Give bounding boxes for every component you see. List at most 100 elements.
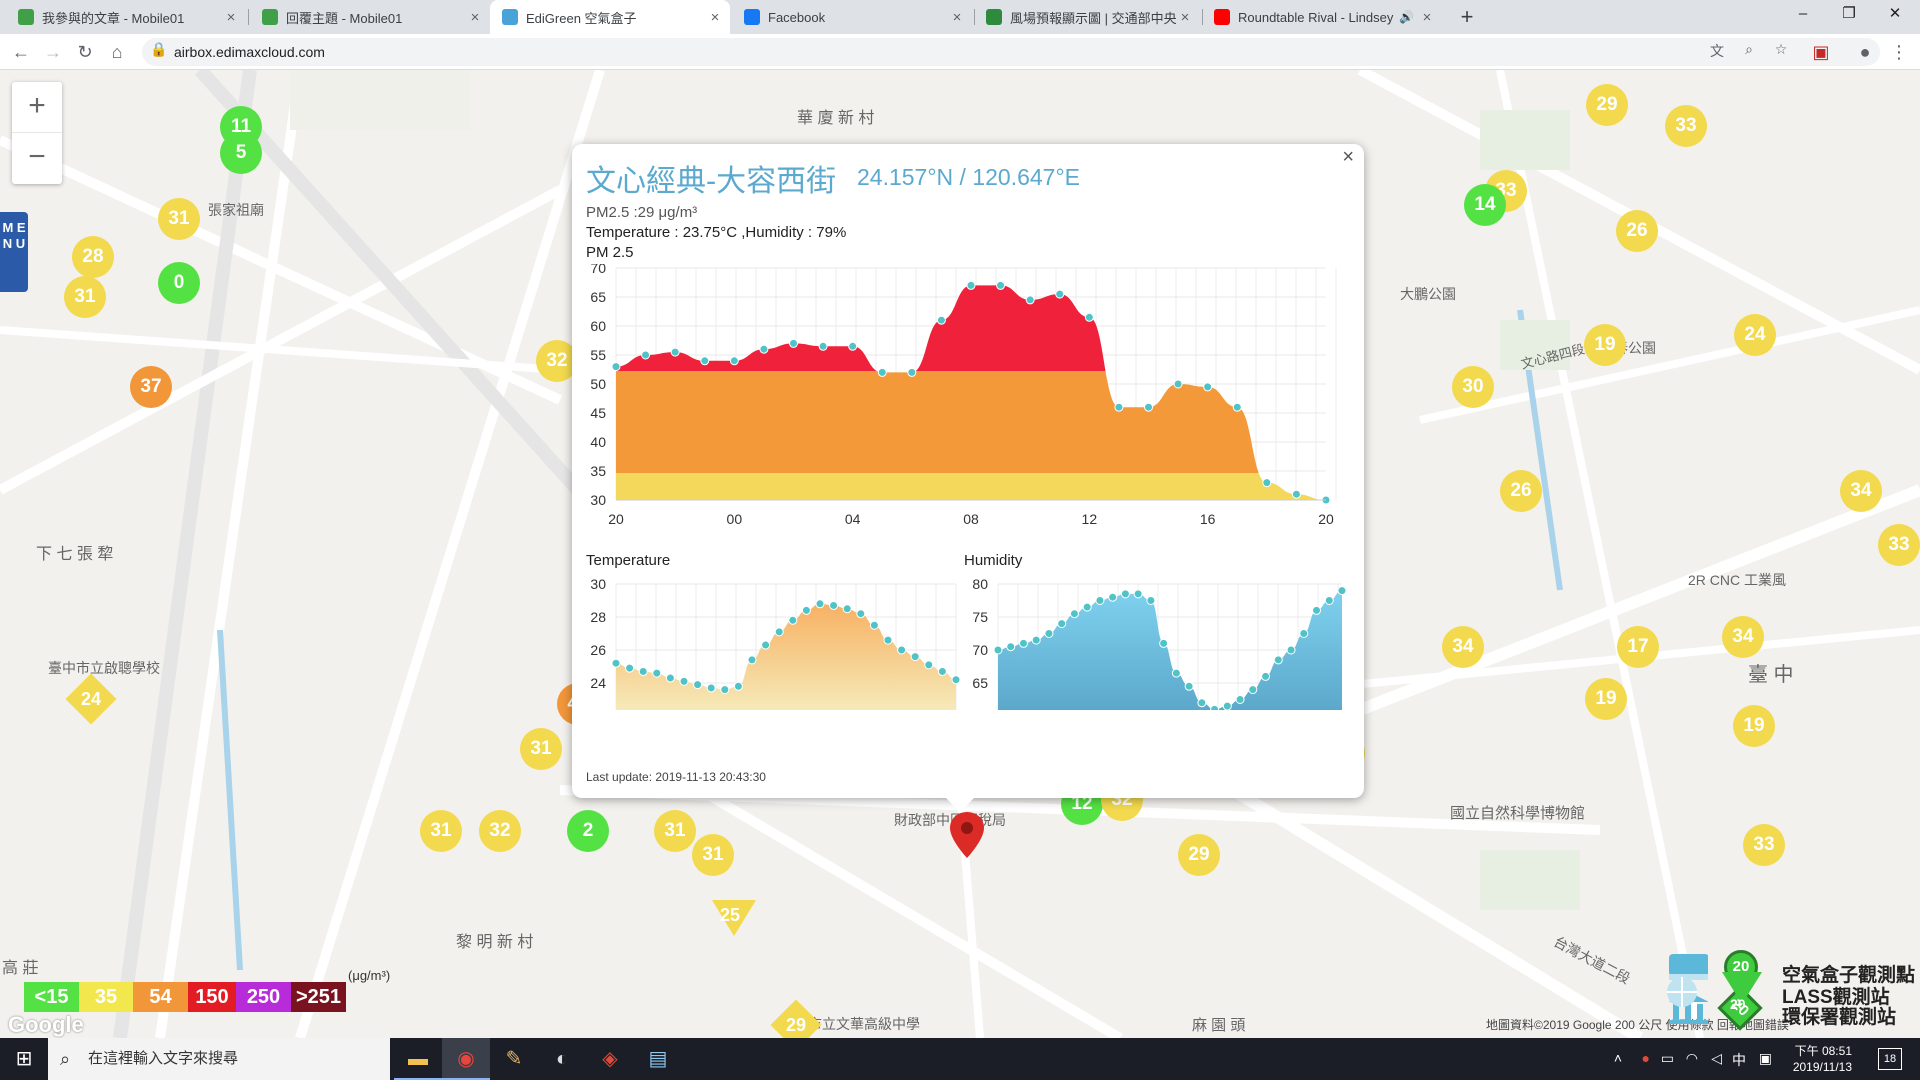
tab-edigreen[interactable]: EdiGreen 空氣盒子 × — [490, 0, 730, 34]
airbox-station-marker[interactable]: 19 — [1585, 678, 1627, 720]
close-tab-icon[interactable]: × — [222, 9, 240, 26]
airbox-station-marker[interactable]: 2 — [567, 810, 609, 852]
close-tab-icon[interactable]: × — [466, 9, 484, 26]
tab-mobile01-articles[interactable]: 我參與的文章 - Mobile01 × — [6, 0, 246, 34]
tab-cwb-wind[interactable]: 風場預報顯示圖 | 交通部中央氣象局 × — [974, 0, 1200, 34]
home-button[interactable]: ⌂ — [104, 39, 130, 65]
airbox-station-marker[interactable]: 0 — [158, 262, 200, 304]
data-point — [993, 645, 1003, 655]
address-bar[interactable]: 🔒 airbox.edimaxcloud.com 文 ⌕ ☆ — [142, 38, 1880, 66]
airbox-station-marker[interactable]: 34 — [1722, 616, 1764, 658]
notepad-icon[interactable]: ▤ — [634, 1038, 682, 1080]
app-icon[interactable]: ◈ — [586, 1038, 634, 1080]
data-point — [897, 645, 907, 655]
profile-icon[interactable]: ● — [1852, 39, 1878, 65]
zoom-in-button[interactable]: + — [12, 82, 62, 133]
airbox-station-marker[interactable]: 31 — [654, 810, 696, 852]
close-tab-icon[interactable]: × — [1418, 9, 1436, 26]
windows-start-button[interactable]: ⊞ — [0, 1038, 48, 1080]
chrome-icon[interactable]: ◉ — [442, 1038, 490, 1080]
tab-facebook[interactable]: Facebook × — [732, 0, 972, 34]
minimize-button[interactable]: – — [1780, 0, 1826, 30]
temperature-chart-title: Temperature — [586, 552, 671, 569]
data-point — [1108, 592, 1118, 602]
taskbar-search-placeholder: 在這裡輸入文字來搜尋 — [88, 1050, 239, 1067]
airbox-station-marker[interactable]: 26 — [1500, 470, 1542, 512]
data-point — [869, 620, 879, 630]
airbox-station-marker[interactable]: 33 — [1743, 824, 1785, 866]
tab-youtube[interactable]: Roundtable Rival - Lindsey 🔊 × — [1202, 0, 1442, 34]
y-tick-label: 24 — [590, 675, 606, 691]
airbox-station-marker[interactable]: 34 — [1840, 470, 1882, 512]
airbox-station-marker[interactable]: 26 — [1616, 210, 1658, 252]
chrome-menu-icon[interactable]: ⋮ — [1886, 39, 1912, 65]
battery-icon[interactable]: ▭ — [1661, 1050, 1674, 1067]
data-point — [1031, 635, 1041, 645]
tray-chevron-icon[interactable]: ˄ — [1614, 1050, 1622, 1066]
legend-lass[interactable]: 20 LASS觀測站 — [1652, 972, 1920, 1016]
airbox-station-marker[interactable]: 31 — [520, 728, 562, 770]
airbox-station-marker[interactable]: 29 — [1178, 834, 1220, 876]
airbox-station-marker[interactable]: 30 — [1452, 366, 1494, 408]
app-icon[interactable]: ◐ — [538, 1038, 586, 1080]
app-icon[interactable]: ✎ — [490, 1038, 538, 1080]
airbox-station-marker[interactable]: 29 — [1586, 84, 1628, 126]
translate-icon[interactable]: 文 — [1706, 41, 1728, 61]
menu-button[interactable]: M E N U — [0, 212, 28, 292]
airbox-station-marker[interactable]: 34 — [1442, 626, 1484, 668]
airbox-station-marker[interactable]: 31 — [158, 198, 200, 240]
lock-icon[interactable]: 🔒 — [148, 41, 170, 58]
airbox-station-marker[interactable]: 33 — [1878, 524, 1920, 566]
air-quality-map[interactable]: 華 廈 新 村 下 七 張 犂 黎 明 新 村 臺中市立啟聰學校 張家祖廟 大鵬… — [0, 70, 1920, 1038]
legend-badge: 20 — [1722, 972, 1762, 1011]
airbox-station-marker[interactable]: 14 — [1464, 184, 1506, 226]
close-window-button[interactable]: ✕ — [1872, 0, 1918, 30]
notification-center-icon[interactable]: 18 — [1878, 1048, 1902, 1070]
tab-title: EdiGreen 空氣盒子 — [526, 10, 637, 26]
volume-icon[interactable]: ◁ — [1711, 1050, 1722, 1067]
airbox-station-marker[interactable]: 32 — [479, 810, 521, 852]
taskbar-clock[interactable]: 下午 08:51 2019/11/13 — [1793, 1043, 1852, 1075]
extension-icon[interactable]: ▣ — [1808, 39, 1834, 65]
zoom-out-button[interactable]: − — [12, 133, 62, 184]
airbox-station-marker[interactable]: 19 — [1733, 705, 1775, 747]
airbox-station-marker[interactable]: 31 — [420, 810, 462, 852]
back-button[interactable]: ← — [8, 39, 34, 65]
data-point — [1146, 596, 1156, 605]
airbox-station-marker[interactable]: 19 — [1584, 324, 1626, 366]
keyboard-icon[interactable]: ▣ — [1759, 1050, 1772, 1067]
selected-location-pin-icon[interactable] — [950, 812, 984, 858]
airbox-station-marker[interactable]: 17 — [1617, 626, 1659, 668]
facebook-favicon-icon — [744, 9, 760, 25]
airbox-station-marker[interactable]: 24 — [1734, 314, 1776, 356]
airbox-station-marker[interactable]: 37 — [130, 366, 172, 408]
close-tab-icon[interactable]: × — [1176, 9, 1194, 26]
reload-button[interactable]: ↻ — [72, 39, 98, 65]
popup-close-button[interactable]: × — [1342, 146, 1354, 169]
ime-indicator[interactable]: 中 — [1732, 1050, 1746, 1070]
forward-button[interactable]: → — [40, 39, 66, 65]
zoom-icon[interactable]: ⌕ — [1738, 41, 1760, 58]
airbox-station-marker[interactable]: 28 — [72, 236, 114, 278]
data-point — [1312, 605, 1322, 615]
tray-app-icon[interactable]: ● — [1642, 1050, 1650, 1066]
bookmark-star-icon[interactable]: ☆ — [1770, 41, 1792, 58]
file-explorer-icon[interactable]: ▬ — [394, 1038, 442, 1080]
data-point — [759, 344, 769, 354]
tab-mobile01-reply[interactable]: 回覆主題 - Mobile01 × — [250, 0, 490, 34]
data-point — [1337, 586, 1347, 596]
lass-station-marker[interactable]: 25 — [712, 900, 756, 936]
airbox-station-marker[interactable]: 33 — [1665, 105, 1707, 147]
taskbar-search[interactable]: ⌕ 在這裡輸入文字來搜尋 — [48, 1038, 390, 1080]
new-tab-button[interactable]: + — [1454, 4, 1480, 30]
close-tab-icon[interactable]: × — [948, 9, 966, 26]
lass-station-marker[interactable]: 24 — [65, 673, 117, 725]
wifi-icon[interactable]: ◠ — [1686, 1050, 1698, 1067]
airbox-station-marker[interactable]: 31 — [64, 276, 106, 318]
data-point — [1210, 704, 1220, 710]
audio-playing-icon[interactable]: 🔊 — [1399, 10, 1414, 24]
airbox-station-marker[interactable]: 5 — [220, 132, 262, 174]
restore-button[interactable]: ❐ — [1826, 0, 1872, 30]
close-tab-icon[interactable]: × — [706, 9, 724, 26]
airbox-station-marker[interactable]: 31 — [692, 834, 734, 876]
